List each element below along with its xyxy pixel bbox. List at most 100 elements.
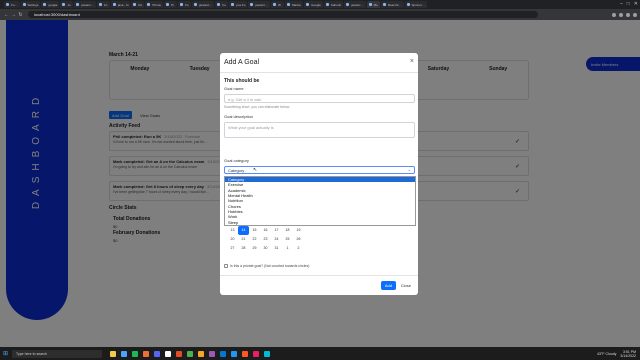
browser-tab[interactable]: Ju xyxy=(60,1,74,8)
calendar-day[interactable]: 29 xyxy=(249,244,260,253)
goal-name-input[interactable]: e.g. Get a 4 in calc xyxy=(224,94,415,103)
favicon-icon xyxy=(76,3,80,6)
taskbar-app-icon[interactable] xyxy=(110,350,117,357)
calendar-day[interactable]: 27 xyxy=(227,244,238,253)
calendar-day[interactable]: 26 xyxy=(293,235,304,244)
calendar-day[interactable]: 2 xyxy=(293,244,304,253)
url-field[interactable]: localhost:3000/dashboard xyxy=(28,11,538,18)
browser-tab[interactable]: React E… xyxy=(380,1,404,8)
category-option[interactable]: Sleep xyxy=(225,220,415,225)
calendar-day[interactable]: 1 xyxy=(282,244,293,253)
taskbar-app-icon[interactable] xyxy=(143,350,150,357)
browser-tab[interactable]: Pi xyxy=(164,1,178,8)
calendar-day[interactable]: 17 xyxy=(271,226,282,235)
private-goal-checkbox[interactable] xyxy=(224,264,228,268)
add-goal-modal: Add A Goal × This should be Goal name e.… xyxy=(220,53,418,295)
taskbar-app-icon[interactable] xyxy=(253,350,260,357)
calendar-day[interactable]: 25 xyxy=(282,235,293,244)
close-icon[interactable]: × xyxy=(410,58,414,65)
taskbar-app-icon[interactable] xyxy=(209,350,216,357)
calendar-week-row: 27 28 29 30 31 1 2 xyxy=(227,244,307,253)
browser-tab[interactable]: W xyxy=(270,1,284,8)
taskbar-app-icon[interactable] xyxy=(198,350,205,357)
calendar-day[interactable]: 16 xyxy=(260,226,271,235)
calendar-day[interactable]: 22 xyxy=(249,235,260,244)
taskbar-app-icon[interactable] xyxy=(165,350,172,357)
maximize-icon[interactable]: □ xyxy=(627,1,630,7)
favicon-icon xyxy=(346,3,350,6)
calendar-day[interactable]: 30 xyxy=(260,244,271,253)
browser-tab[interactable]: Phone xyxy=(145,1,164,8)
browser-tab[interactable]: javascri… xyxy=(192,1,215,8)
browser-tab[interactable]: Fu… xyxy=(4,1,20,8)
close-button[interactable]: Close xyxy=(398,281,414,290)
taskbar-app-icon[interactable] xyxy=(176,350,183,357)
calendar-day[interactable]: 24 xyxy=(271,235,282,244)
goal-category-label: Goal category xyxy=(224,158,249,163)
browser-tab[interactable]: Fo xyxy=(96,1,110,8)
extension-icon[interactable] xyxy=(619,12,623,17)
system-tray: 43°F Cloudy 3:51 PM 3/14/2022 xyxy=(597,350,640,358)
window-controls: – □ ✕ xyxy=(620,1,638,7)
taskbar-app-icon[interactable] xyxy=(187,350,194,357)
clock[interactable]: 3:51 PM 3/14/2022 xyxy=(620,350,636,358)
back-icon[interactable]: ← xyxy=(3,12,10,18)
calendar-day[interactable]: 28 xyxy=(238,244,249,253)
browser-tab[interactable]: Settings xyxy=(20,1,41,8)
browser-tab[interactable]: Spinner… xyxy=(404,1,427,8)
calendar-day[interactable]: 23 xyxy=(260,235,271,244)
taskbar-app-icon[interactable] xyxy=(231,350,238,357)
forward-icon[interactable]: → xyxy=(10,12,17,18)
section-title: This should be xyxy=(224,78,260,84)
modal-footer: Add Close xyxy=(220,275,418,295)
menu-icon[interactable] xyxy=(633,12,637,17)
browser-tab-label: java - hi xyxy=(117,2,129,7)
taskbar-app-icon[interactable] xyxy=(154,350,161,357)
taskbar-app-icon[interactable] xyxy=(264,350,271,357)
goal-name-help: Something short, you can elaborate below xyxy=(224,105,290,109)
calendar-day[interactable]: 31 xyxy=(271,244,282,253)
browser-tab-label: google xyxy=(48,2,58,7)
browser-tab[interactable]: Marion xyxy=(284,1,304,8)
browser-tab[interactable]: Kahoot! xyxy=(323,1,344,8)
profile-icon[interactable] xyxy=(626,12,630,17)
add-button[interactable]: Add xyxy=(380,281,396,290)
calendar-day[interactable]: 14 xyxy=(238,226,249,235)
favicon-icon xyxy=(286,3,290,6)
calendar-day[interactable]: 19 xyxy=(293,226,304,235)
goal-category-select[interactable]: Category ↖ ⌄ xyxy=(224,166,415,174)
browser-tab[interactable]: java - hi xyxy=(110,1,131,8)
minimize-icon[interactable]: – xyxy=(620,1,623,7)
favicon-icon xyxy=(382,3,386,6)
weather-text[interactable]: 43°F Cloudy xyxy=(597,352,616,356)
calendar-day[interactable]: 15 xyxy=(249,226,260,235)
calendar-day[interactable]: 21 xyxy=(238,235,249,244)
favicon-icon xyxy=(306,3,310,6)
taskbar-app-icon[interactable] xyxy=(220,350,227,357)
calendar-day[interactable]: 13 xyxy=(227,226,238,235)
browser-tab[interactable]: Me xyxy=(366,1,380,8)
taskbar-app-icon[interactable] xyxy=(242,350,249,357)
browser-tab[interactable]: pos Fo xyxy=(229,1,248,8)
browser-tab[interactable]: Ro xyxy=(131,1,145,8)
browser-tab[interactable]: javascr… xyxy=(248,1,270,8)
taskbar-search[interactable]: Type here to search xyxy=(12,349,103,358)
browser-tab[interactable]: javascr… xyxy=(74,1,96,8)
taskbar-app-icon[interactable] xyxy=(121,350,128,357)
browser-tab[interactable]: Google xyxy=(304,1,323,8)
calendar-day[interactable]: 18 xyxy=(282,226,293,235)
goal-category-value: Category xyxy=(228,168,245,173)
browser-tab[interactable]: Fo xyxy=(215,1,229,8)
extension-icon[interactable] xyxy=(612,12,616,17)
browser-tab[interactable]: javascr… xyxy=(344,1,366,8)
taskbar-app-icon[interactable] xyxy=(132,350,139,357)
favicon-icon xyxy=(22,3,26,6)
close-window-icon[interactable]: ✕ xyxy=(634,1,638,7)
calendar-day[interactable]: 20 xyxy=(227,235,238,244)
browser-tab[interactable]: Fo xyxy=(178,1,192,8)
goal-description-input[interactable]: What your goal actually is xyxy=(224,122,415,138)
windows-start-icon[interactable]: ⊞ xyxy=(3,350,8,357)
reload-icon[interactable]: ↻ xyxy=(17,12,24,18)
browser-tab[interactable]: google xyxy=(41,1,60,8)
browser-tab-label: javascr… xyxy=(255,2,268,7)
